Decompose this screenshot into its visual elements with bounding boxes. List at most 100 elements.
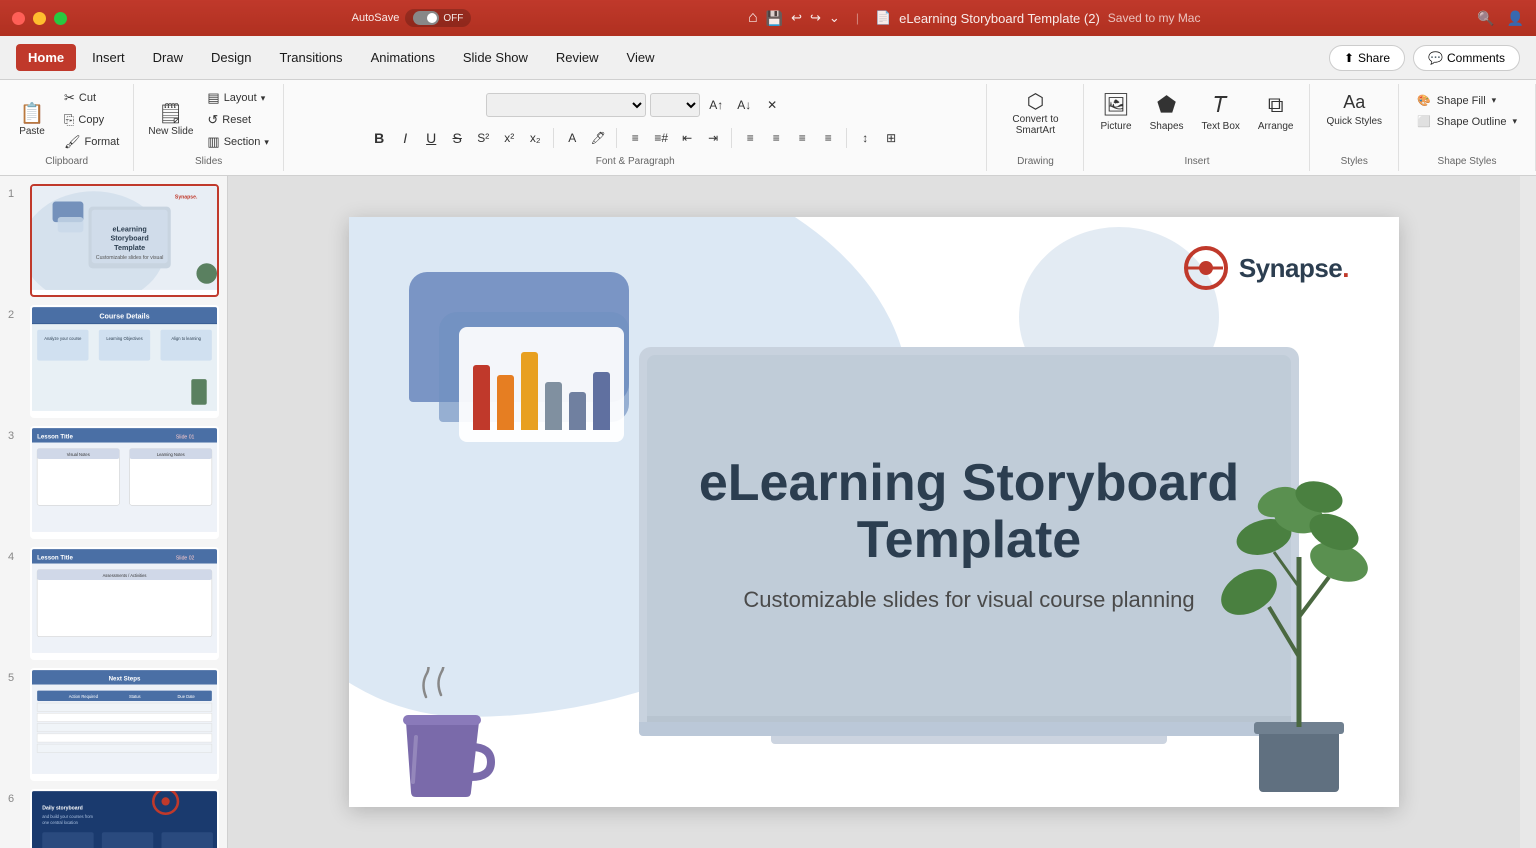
- menu-slideshow[interactable]: Slide Show: [451, 44, 540, 71]
- slide-thumb-5[interactable]: Next Steps Action Required Status Due Da…: [30, 668, 219, 781]
- more-btn[interactable]: ⌄: [829, 10, 840, 26]
- slide-item-3[interactable]: 3 Lesson Title Slide 01 Visual Notes Lea…: [8, 426, 219, 539]
- line-spacing-btn[interactable]: ↕: [853, 126, 877, 150]
- font-family-select[interactable]: [486, 93, 646, 117]
- section-button[interactable]: ▥ Section ▾: [201, 132, 275, 152]
- svg-text:Template: Template: [114, 243, 145, 252]
- svg-text:and build your courses from: and build your courses from: [42, 814, 93, 819]
- menu-insert[interactable]: Insert: [80, 44, 137, 71]
- menu-animations[interactable]: Animations: [359, 44, 447, 71]
- superscript-btn[interactable]: x²: [497, 126, 521, 150]
- new-slide-icon: 🗒: [158, 104, 183, 124]
- picture-button[interactable]: 🖼 Picture: [1092, 88, 1139, 136]
- close-button[interactable]: [12, 12, 25, 25]
- bar-5: [569, 392, 586, 430]
- slide-number-4: 4: [8, 551, 22, 563]
- menu-home[interactable]: Home: [16, 44, 76, 71]
- underline-btn[interactable]: U: [419, 126, 443, 150]
- slide-thumb-2[interactable]: Course Details Analyze your course Learn…: [30, 305, 219, 418]
- synapse-text: Synapse.: [1239, 253, 1349, 284]
- user-icon[interactable]: 👤: [1507, 10, 1524, 27]
- shape-fill-chevron: ▾: [1492, 95, 1497, 106]
- font-decrease-btn[interactable]: A↓: [732, 93, 756, 117]
- bar-2: [497, 375, 514, 430]
- shape-outline-button[interactable]: ⬜ Shape Outline ▾: [1411, 113, 1523, 130]
- menu-design[interactable]: Design: [199, 44, 263, 71]
- increase-indent-btn[interactable]: ⇥: [701, 126, 725, 150]
- shape-fill-button[interactable]: 🎨 Shape Fill ▾: [1411, 92, 1523, 109]
- font-top-row: A↑ A↓ ✕: [486, 88, 784, 122]
- menu-review[interactable]: Review: [544, 44, 611, 71]
- slide-item-6[interactable]: 6 Daily storyboard and build your course…: [8, 789, 219, 848]
- slide-thumb-6[interactable]: Daily storyboard and build your courses …: [30, 789, 219, 848]
- font-color-btn[interactable]: A: [560, 126, 584, 150]
- subscript-btn[interactable]: x₂: [523, 126, 547, 150]
- decrease-indent-btn[interactable]: ⇤: [675, 126, 699, 150]
- arrange-button[interactable]: ⧉ Arrange: [1250, 88, 1302, 136]
- main-slide-canvas[interactable]: Synapse. eLearning Storyboard Template: [349, 217, 1399, 807]
- slide-item-5[interactable]: 5 Next Steps Action Required Status Due …: [8, 668, 219, 781]
- slide-thumb-3[interactable]: Lesson Title Slide 01 Visual Notes Learn…: [30, 426, 219, 539]
- align-center-btn[interactable]: ≡: [764, 126, 788, 150]
- quick-styles-button[interactable]: Aa Quick Styles: [1318, 88, 1390, 131]
- undo-btn[interactable]: ↩: [791, 10, 802, 26]
- menu-transitions[interactable]: Transitions: [267, 44, 354, 71]
- title-icons-area: 🔍 👤: [1477, 10, 1524, 27]
- bullets-btn[interactable]: ≡: [623, 126, 647, 150]
- svg-text:Learning Objectives: Learning Objectives: [106, 336, 142, 341]
- slide-number-6: 6: [8, 793, 22, 805]
- laptop-body: eLearning Storyboard Template Customizab…: [639, 347, 1299, 722]
- numbering-btn[interactable]: ≡#: [649, 126, 673, 150]
- shadow-btn[interactable]: S²: [471, 126, 495, 150]
- justify-btn[interactable]: ≡: [816, 126, 840, 150]
- clipboard-group: 📋 Paste ✂ Cut ⎘ Copy 🖌 Format Clipboard: [0, 84, 134, 171]
- format-painter-button[interactable]: 🖌 Format: [58, 132, 125, 152]
- maximize-button[interactable]: [54, 12, 67, 25]
- convert-smartart-btn[interactable]: ⬡ Convert to SmartArt: [995, 88, 1075, 140]
- slide-2-preview: Course Details Analyze your course Learn…: [32, 307, 217, 416]
- font-size-select[interactable]: [650, 93, 700, 117]
- menu-draw[interactable]: Draw: [141, 44, 195, 71]
- svg-text:Synapse.: Synapse.: [175, 194, 198, 200]
- bold-btn[interactable]: B: [367, 126, 391, 150]
- autosave-toggle[interactable]: OFF: [405, 9, 471, 27]
- ribbon: 📋 Paste ✂ Cut ⎘ Copy 🖌 Format Clipboard: [0, 80, 1536, 176]
- slide-item-2[interactable]: 2 Course Details Analyze your course Lea…: [8, 305, 219, 418]
- share-icon: ⬆: [1344, 51, 1354, 65]
- shape-outline-chevron: ▾: [1512, 116, 1517, 127]
- slide-item-4[interactable]: 4 Lesson Title Slide 02 Assessments / Ac…: [8, 547, 219, 660]
- paste-button[interactable]: 📋 Paste: [8, 100, 56, 141]
- new-slide-button[interactable]: 🗒 New Slide: [142, 100, 199, 141]
- align-left-btn[interactable]: ≡: [738, 126, 762, 150]
- minimize-button[interactable]: [33, 12, 46, 25]
- canvas-area: Synapse. eLearning Storyboard Template: [228, 176, 1520, 848]
- search-icon[interactable]: 🔍: [1477, 10, 1494, 27]
- align-right-btn[interactable]: ≡: [790, 126, 814, 150]
- font-format-row: B I U S S² x² x₂ A 🖊 ≡ ≡# ⇤ ⇥ ≡ ≡ ≡ ≡ ↕ …: [367, 126, 903, 150]
- slide-thumb-4[interactable]: Lesson Title Slide 02 Assessments / Acti…: [30, 547, 219, 660]
- slide-thumb-1[interactable]: eLearning Storyboard Template Customizab…: [30, 184, 219, 297]
- columns-btn[interactable]: ⊞: [879, 126, 903, 150]
- slide-number-3: 3: [8, 430, 22, 442]
- svg-text:Align to learning: Align to learning: [171, 336, 201, 341]
- highlight-btn[interactable]: 🖊: [586, 126, 610, 150]
- strikethrough-btn[interactable]: S: [445, 126, 469, 150]
- textbox-button[interactable]: 𝑇 Text Box: [1194, 88, 1248, 136]
- slides-label: Slides: [195, 156, 222, 167]
- font-increase-btn[interactable]: A↑: [704, 93, 728, 117]
- cut-button[interactable]: ✂ Cut: [58, 88, 125, 108]
- slide-item-1[interactable]: 1 eLearning Storyboard Template Customiz…: [8, 184, 219, 297]
- menu-view[interactable]: View: [615, 44, 667, 71]
- svg-text:Daily storyboard: Daily storyboard: [42, 806, 82, 812]
- redo-btn[interactable]: ↪: [810, 10, 821, 26]
- shapes-button[interactable]: ⬟ Shapes: [1142, 88, 1192, 136]
- layout-button[interactable]: ▤ Layout ▾: [201, 88, 275, 108]
- italic-btn[interactable]: I: [393, 126, 417, 150]
- comments-button[interactable]: 💬 Comments: [1413, 45, 1520, 71]
- share-button[interactable]: ⬆ Share: [1329, 45, 1405, 71]
- copy-button[interactable]: ⎘ Copy: [58, 110, 125, 130]
- laptop-trackpad: [771, 736, 1167, 744]
- separator4: [846, 128, 847, 148]
- reset-button[interactable]: ↺ Reset: [201, 110, 275, 130]
- clear-format-btn[interactable]: ✕: [760, 93, 784, 117]
